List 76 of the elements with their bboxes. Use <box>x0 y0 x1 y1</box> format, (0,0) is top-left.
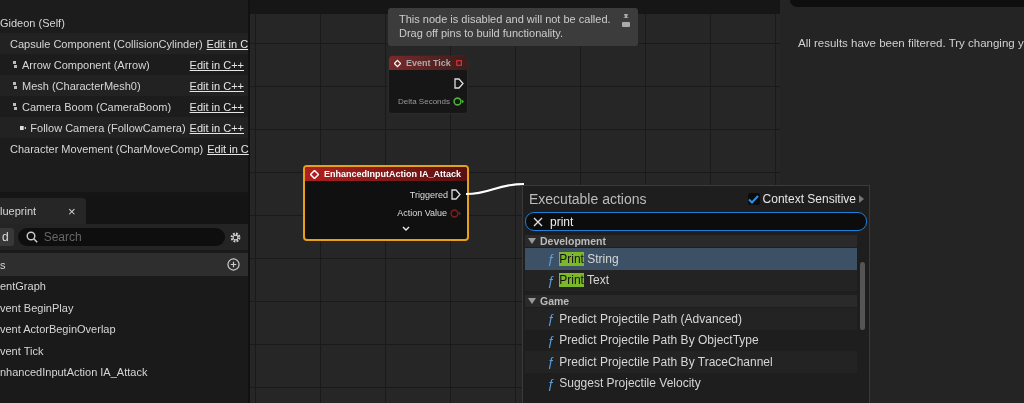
panel-tab[interactable]: lueprint × <box>0 198 86 224</box>
function-icon: ƒ <box>547 272 555 288</box>
edit-link[interactable]: Edit in C++ <box>189 79 244 92</box>
node-title: Event Tick <box>405 58 451 68</box>
graph-item[interactable]: nhancedInputAction IA_Attack <box>0 362 248 384</box>
graph-item[interactable]: vent ActorBeginOverlap <box>0 319 248 341</box>
section-title: s <box>0 258 6 271</box>
pin-label: Delta Seconds <box>397 97 450 106</box>
action-item[interactable]: ƒ Predict Projectile Path By ObjectType <box>525 329 857 351</box>
action-label: Print String <box>559 251 619 266</box>
category-header[interactable]: Development <box>525 235 857 247</box>
search-icon <box>25 231 38 243</box>
component-item[interactable]: Capsule Component (CollisionCylinder) <box>10 37 203 50</box>
component-icon <box>13 81 18 90</box>
category-header[interactable]: Game <box>525 295 857 307</box>
function-icon: ƒ <box>547 332 555 348</box>
action-label: Predict Projectile Path (Advanced) <box>559 311 742 326</box>
search-field[interactable]: print <box>525 212 867 231</box>
camera-icon <box>20 123 27 132</box>
function-icon: ƒ <box>547 375 555 391</box>
pin-label: Action Value <box>397 208 447 218</box>
edit-link[interactable]: Edit in C <box>207 142 249 155</box>
triangle-right-icon[interactable] <box>859 195 864 203</box>
function-icon: ƒ <box>547 311 555 327</box>
add-button[interactable]: d <box>0 228 14 246</box>
chevron-down-icon[interactable] <box>402 226 410 231</box>
action-label: Predict Projectile Path By TraceChannel <box>559 354 773 369</box>
action-item[interactable]: ƒ Print String <box>525 248 857 270</box>
action-item[interactable]: ƒ Predict Projectile Path (Advanced) <box>525 308 857 330</box>
node-title: EnhancedInputAction IA_Attack <box>324 169 462 179</box>
graph-item[interactable]: vent Tick <box>0 340 248 362</box>
triangle-down-icon <box>528 238 536 244</box>
clear-icon[interactable] <box>533 217 543 227</box>
component-item[interactable]: Follow Camera (FollowCamera) <box>30 121 186 134</box>
component-item[interactable]: Arrow Component (Arrow) <box>22 58 186 71</box>
delegate-pin-icon <box>455 59 462 67</box>
edit-link[interactable]: Edit in C <box>206 37 249 50</box>
action-label: Suggest Projectile Velocity <box>559 376 701 391</box>
graph-item[interactable]: vent BeginPlay <box>0 297 248 319</box>
tooltip-text: This node is disabled and will not be called. Drag off pins to build functionality. <box>399 13 611 39</box>
wire <box>466 181 526 197</box>
component-item[interactable]: Mesh (CharacterMesh0) <box>22 79 186 92</box>
action-item[interactable]: ƒ Print Text <box>525 269 857 291</box>
pin-icon <box>622 14 630 28</box>
graph-item[interactable]: entGraph <box>0 276 248 298</box>
exec-pin-icon[interactable] <box>451 189 461 200</box>
category-label: Game <box>540 295 570 307</box>
close-icon[interactable]: × <box>68 203 76 219</box>
edit-link[interactable]: Edit in C++ <box>189 100 244 113</box>
edit-link[interactable]: Edit in C++ <box>189 58 244 71</box>
triangle-down-icon <box>528 298 536 304</box>
action-item[interactable]: ƒ Predict Projectile Path By TraceChannel <box>525 351 857 373</box>
component-item[interactable]: Gideon (Self) <box>0 16 248 29</box>
edit-link[interactable]: Edit in C++ <box>189 121 244 134</box>
function-icon: ƒ <box>547 251 555 267</box>
menu-title: Executable actions <box>529 191 647 207</box>
event-icon <box>394 58 401 68</box>
graph-node[interactable]: EnhancedInputAction IA_Attack Triggered Action Value <box>303 165 469 241</box>
settings-icon[interactable] <box>229 230 242 244</box>
pin-label: Triggered <box>409 189 448 200</box>
search-field[interactable]: Search <box>17 228 225 246</box>
component-item[interactable]: Character Movement (CharMoveComp) <box>10 142 204 155</box>
action-label: Predict Projectile Path By ObjectType <box>559 333 759 348</box>
component-item[interactable]: Camera Boom (CameraBoom) <box>22 100 186 113</box>
action-item[interactable]: ƒ Suggest Projectile Velocity <box>525 372 857 394</box>
function-icon: ƒ <box>547 354 555 370</box>
scrollbar[interactable] <box>860 262 865 330</box>
checkbox[interactable] <box>747 193 760 205</box>
action-label: Print Text <box>559 273 610 288</box>
add-icon[interactable] <box>227 258 240 271</box>
component-icon <box>13 102 18 111</box>
event-icon <box>310 169 319 179</box>
empty-results-message: All results have been filtered. Try changing y <box>798 37 1024 49</box>
category-label: Development <box>540 235 606 247</box>
component-icon <box>13 60 18 69</box>
checkbox-label[interactable]: Context Sensitive <box>762 192 856 206</box>
